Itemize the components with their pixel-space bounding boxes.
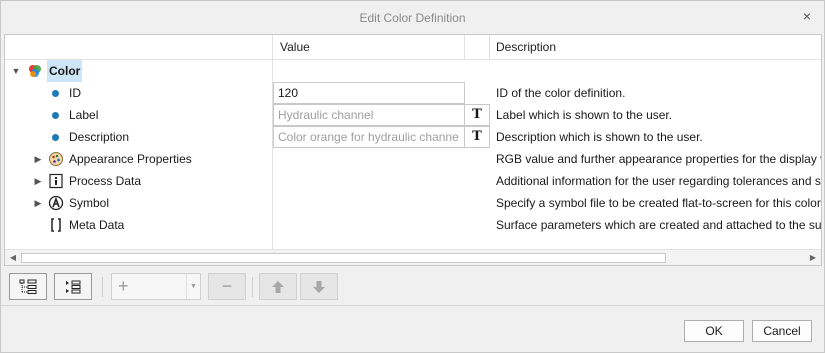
toolbar-separator [252,277,253,297]
tree-row-id[interactable]: ID 120 ID of the color definition. [5,82,821,104]
property-bullet-icon [52,134,59,141]
cancel-button[interactable]: Cancel [752,320,812,342]
minus-icon: − [221,276,233,296]
tree-node-label: Color [47,60,83,82]
dialog-titlebar: Edit Color Definition × [1,1,824,34]
move-up-button[interactable] [259,273,297,300]
tree-row-meta-data[interactable]: Meta Data Surface parameters which are c… [5,214,821,236]
tree-row-process-data[interactable]: ▶ Process Data Additional information fo… [5,170,821,192]
tree-node-label: Symbol [69,196,110,210]
collapse-all-button[interactable] [54,273,92,300]
grid-header: Value Description [5,35,821,60]
tree-node-label: Label [69,108,99,122]
tree-row-label[interactable]: Label Hydraulic channel T Label which is… [5,104,821,126]
add-item-dropdown[interactable]: + ▼ [111,273,201,300]
tree-row-symbol[interactable]: ▶ Symbol Specify a symbol file to be cre… [5,192,821,214]
property-grid: Value Description ▼ Color ID 120 ID of t… [4,34,822,266]
tree-node-label: ID [69,86,81,100]
appearance-icon [49,152,63,166]
description-value-field[interactable]: Color orange for hydraulic channe [273,126,465,148]
toolbar-separator [102,277,103,297]
move-down-button[interactable] [300,273,338,300]
dialog-title: Edit Color Definition [359,10,466,25]
arrow-up-icon [272,280,284,293]
tree-node-label: Description [69,130,130,144]
text-format-button[interactable]: T [464,104,490,126]
tree-row-color[interactable]: ▼ Color [5,60,821,82]
property-bullet-icon [52,90,59,97]
expand-toggle-icon[interactable]: ▶ [33,192,43,214]
column-divider[interactable] [272,35,273,60]
label-value-field[interactable]: Hydraulic channel [273,104,465,126]
scrollbar-thumb[interactable] [21,253,666,263]
arrow-down-icon [313,280,325,293]
remove-item-button[interactable]: − [208,273,246,300]
column-divider[interactable] [464,35,465,60]
row-description: Label which is shown to the user. [496,108,673,122]
row-description: Description which is shown to the user. [496,130,703,144]
info-icon [49,173,63,189]
id-value-field[interactable]: 120 [273,82,465,104]
row-description: Additional information for the user rega… [496,174,821,188]
row-description: Specify a symbol file to be created flat… [496,196,821,210]
chevron-down-icon[interactable]: ▼ [186,274,200,299]
column-header-description[interactable]: Description [490,35,790,60]
expand-toggle-icon[interactable]: ▶ [33,170,43,192]
ok-button[interactable]: OK [684,320,744,342]
scroll-right-icon[interactable]: ▶ [805,250,821,265]
row-description: ID of the color definition. [496,86,626,100]
horizontal-scrollbar[interactable]: ◀ ▶ [5,249,821,265]
grid-toolbar: + ▼ − [1,268,824,306]
row-description: RGB value and further appearance propert… [496,152,821,166]
tree-node-label: Appearance Properties [69,152,192,166]
expand-all-icon [19,279,37,294]
collapse-toggle-icon[interactable]: ▼ [11,60,21,82]
tree-row-description[interactable]: Description Color orange for hydraulic c… [5,126,821,148]
scroll-left-icon[interactable]: ◀ [5,250,21,265]
tree-row-appearance-properties[interactable]: ▶ Appearance Properties RGB value and fu… [5,148,821,170]
tree-node-label: Process Data [69,174,142,188]
expand-toggle-icon[interactable]: ▶ [33,148,43,170]
tree-node-label: Meta Data [69,218,125,232]
color-palette-icon [29,65,41,77]
column-divider[interactable] [489,35,490,60]
collapse-all-icon [66,280,81,293]
property-bullet-icon [52,112,59,119]
expand-all-button[interactable] [9,273,47,300]
text-format-button[interactable]: T [464,126,490,148]
edit-color-definition-dialog: Edit Color Definition × Value Descriptio… [0,0,825,353]
symbol-icon [48,195,64,211]
braces-icon [51,218,61,232]
close-icon[interactable]: × [800,9,814,23]
plus-icon: + [118,276,129,296]
column-header-value[interactable]: Value [274,35,466,60]
row-description: Surface parameters which are created and… [496,218,821,232]
